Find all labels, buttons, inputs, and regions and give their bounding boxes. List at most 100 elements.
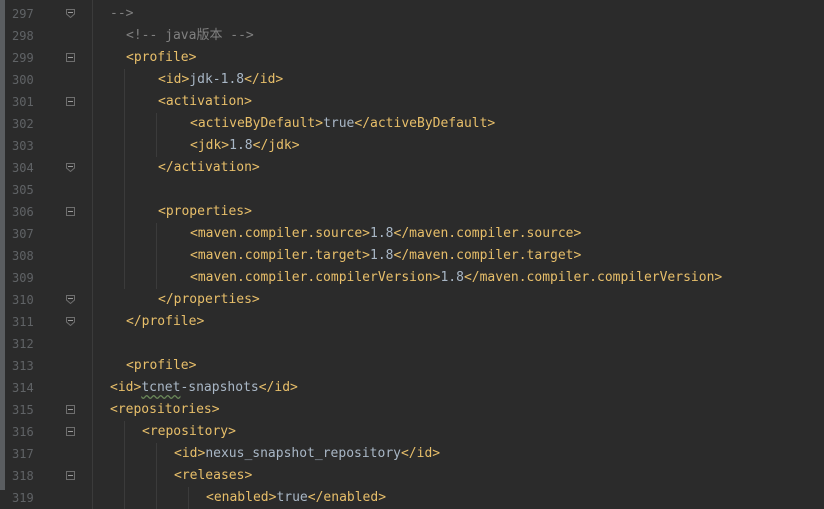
code-line[interactable]: 314 <id>tcnet-snapshots</id>	[0, 377, 824, 399]
xml-tag-token: </properties>	[158, 292, 260, 307]
code-text[interactable]: <activation>	[158, 91, 252, 113]
xml-tag-token: <profile>	[126, 50, 197, 65]
line-number: 316	[12, 425, 34, 439]
code-line[interactable]: 304 </activation>	[0, 157, 824, 179]
code-text[interactable]: </activation>	[158, 157, 260, 179]
code-text[interactable]: <repository>	[142, 421, 236, 443]
text-token: nexus_snapshot_repository	[205, 446, 401, 461]
fold-collapse-icon[interactable]	[66, 53, 75, 62]
code-line[interactable]: 303 <jdk>1.8</jdk>	[0, 135, 824, 157]
code-text[interactable]: </properties>	[158, 289, 260, 311]
xml-tag-token: </maven.compiler.compilerVersion>	[463, 270, 723, 285]
code-line[interactable]: 301 <activation>	[0, 91, 824, 113]
line-number: 297	[12, 7, 34, 21]
line-number: 306	[12, 205, 34, 219]
fold-collapse-icon[interactable]	[66, 97, 75, 106]
xml-tag-token: </profile>	[126, 314, 205, 329]
text-token: tcnet	[141, 380, 181, 395]
line-number: 310	[12, 293, 34, 307]
code-text[interactable]: -->	[110, 3, 133, 25]
code-text[interactable]: <repositories>	[110, 399, 220, 421]
xml-tag-token: <activeByDefault>	[190, 116, 324, 131]
line-number: 311	[12, 315, 34, 329]
code-line[interactable]: 306 <properties>	[0, 201, 824, 223]
line-number: 318	[12, 469, 34, 483]
text-token: -snapshots	[180, 380, 259, 395]
xml-tag-token: <id>	[158, 72, 190, 87]
xml-tag-token: </maven.compiler.target>	[393, 248, 582, 263]
fold-end-icon[interactable]	[66, 163, 75, 172]
line-number: 302	[12, 117, 34, 131]
text-token: jdk-1.8	[189, 72, 245, 87]
code-line[interactable]: 310 </properties>	[0, 289, 824, 311]
code-text[interactable]: <maven.compiler.source>1.8</maven.compil…	[190, 223, 581, 245]
code-line[interactable]: 316 <repository>	[0, 421, 824, 443]
code-line[interactable]: 300 <id>jdk-1.8</id>	[0, 69, 824, 91]
code-line[interactable]: 318 <releases>	[0, 465, 824, 487]
line-number: 312	[12, 337, 34, 351]
xml-tag-token: <properties>	[158, 204, 252, 219]
fold-collapse-icon[interactable]	[66, 471, 75, 480]
line-number: 298	[12, 29, 34, 43]
fold-collapse-icon[interactable]	[66, 427, 75, 436]
line-number: 305	[12, 183, 34, 197]
code-line[interactable]: 299 <profile>	[0, 47, 824, 69]
xml-tag-token: </id>	[258, 380, 298, 395]
code-line[interactable]: 317 <id>nexus_snapshot_repository</id>	[0, 443, 824, 465]
code-editor[interactable]: 297 --> 298 <!-- java版本 --> 299 <profile> 300 <…	[0, 0, 824, 509]
code-line[interactable]: 305	[0, 179, 824, 201]
xml-tag-token: <activation>	[158, 94, 252, 109]
fold-collapse-icon[interactable]	[66, 207, 75, 216]
code-line[interactable]: 307 <maven.compiler.source>1.8</maven.com…	[0, 223, 824, 245]
code-line[interactable]: 302 <activeByDefault>true</activeByDefaul…	[0, 113, 824, 135]
xml-tag-token: </id>	[244, 72, 284, 87]
code-text[interactable]: <enabled>true</enabled>	[206, 487, 386, 509]
code-text[interactable]: <maven.compiler.target>1.8</maven.compil…	[190, 245, 581, 267]
fold-end-icon[interactable]	[66, 317, 75, 326]
line-number: 309	[12, 271, 34, 285]
xml-tag-token: <id>	[174, 446, 206, 461]
xml-tag-token: <profile>	[126, 358, 197, 373]
code-text[interactable]: <id>tcnet-snapshots</id>	[110, 377, 298, 399]
fold-end-icon[interactable]	[66, 295, 75, 304]
code-text[interactable]: <jdk>1.8</jdk>	[190, 135, 300, 157]
code-text[interactable]: <id>nexus_snapshot_repository</id>	[174, 443, 440, 465]
code-line[interactable]: 297 -->	[0, 3, 824, 25]
line-number: 299	[12, 51, 34, 65]
xml-tag-token: <id>	[110, 380, 142, 395]
xml-tag-token: <jdk>	[190, 138, 230, 153]
code-text[interactable]: <id>jdk-1.8</id>	[158, 69, 283, 91]
code-line[interactable]: 312	[0, 333, 824, 355]
code-line[interactable]: 313 <profile>	[0, 355, 824, 377]
code-line[interactable]: 319 <enabled>true</enabled>	[0, 487, 824, 509]
code-line[interactable]: 309 <maven.compiler.compilerVersion>1.8</…	[0, 267, 824, 289]
line-number: 313	[12, 359, 34, 373]
comment-token: -->	[110, 6, 134, 21]
code-line[interactable]: 311 </profile>	[0, 311, 824, 333]
code-text[interactable]: <releases>	[174, 465, 252, 487]
line-number: 303	[12, 139, 34, 153]
xml-tag-token: <enabled>	[206, 490, 277, 505]
line-number: 300	[12, 73, 34, 87]
xml-tag-token: </activation>	[158, 160, 260, 175]
line-number: 301	[12, 95, 34, 109]
code-line[interactable]: 298 <!-- java版本 -->	[0, 25, 824, 47]
xml-tag-token: </maven.compiler.source>	[393, 226, 582, 241]
code-text[interactable]: <profile>	[126, 47, 196, 69]
xml-tag-token: <maven.compiler.source>	[190, 226, 371, 241]
code-text[interactable]: </profile>	[126, 311, 204, 333]
xml-tag-token: </enabled>	[307, 490, 387, 505]
xml-tag-token: <repositories>	[110, 402, 220, 417]
fold-collapse-icon[interactable]	[66, 405, 75, 414]
code-line[interactable]: 315 <repositories>	[0, 399, 824, 421]
code-text[interactable]: <activeByDefault>true</activeByDefault>	[190, 113, 495, 135]
code-line[interactable]: 308 <maven.compiler.target>1.8</maven.com…	[0, 245, 824, 267]
xml-tag-token: </activeByDefault>	[354, 116, 496, 131]
code-text[interactable]: <!-- java版本 -->	[126, 25, 254, 47]
code-text[interactable]: <profile>	[126, 355, 196, 377]
fold-end-icon[interactable]	[66, 9, 75, 18]
code-text[interactable]: <maven.compiler.compilerVersion>1.8</mav…	[190, 267, 722, 289]
code-text[interactable]: <properties>	[158, 201, 252, 223]
xml-tag-token: <repository>	[142, 424, 236, 439]
text-token: 1.8	[440, 270, 464, 285]
